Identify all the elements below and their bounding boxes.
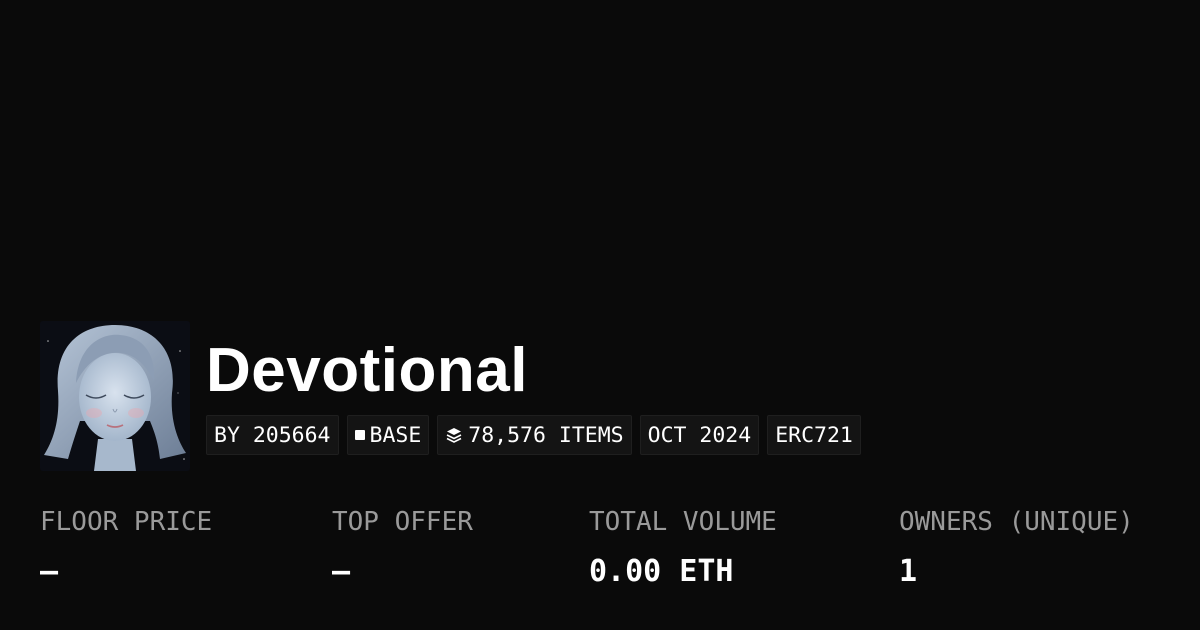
stat-value: —	[40, 554, 59, 589]
layers-icon	[446, 428, 462, 443]
stat-value: 1	[899, 554, 918, 589]
stat-value: 0.00 ETH	[589, 554, 734, 589]
collection-title: Devotional	[206, 336, 528, 405]
chain-label: BASE	[369, 422, 422, 448]
items-label: 78,576 ITEMS	[468, 422, 624, 448]
collection-avatar	[40, 321, 190, 471]
stat-floor-price: FLOOR PRICE —	[40, 505, 212, 589]
stat-value: —	[332, 554, 351, 589]
creator-label: BY 205664	[214, 422, 331, 448]
stat-owners: OWNERS (UNIQUE) 1	[899, 505, 1134, 589]
square-icon	[354, 430, 365, 440]
date-badge: OCT 2024	[639, 415, 760, 455]
stat-label: TOP OFFER	[332, 507, 473, 537]
standard-badge: ERC721	[767, 415, 861, 455]
stat-label: TOTAL VOLUME	[589, 507, 777, 537]
stat-top-offer: TOP OFFER —	[332, 505, 473, 589]
stat-label: OWNERS (UNIQUE)	[899, 507, 1134, 537]
date-label: OCT 2024	[647, 422, 752, 448]
chain-badge[interactable]: BASE	[346, 415, 430, 455]
standard-label: ERC721	[775, 422, 853, 448]
stat-label: FLOOR PRICE	[40, 507, 213, 537]
creator-badge[interactable]: BY 205664	[206, 415, 339, 455]
collection-badges: BY 205664 BASE 78,576 ITEMS OCT 2024 ERC…	[206, 415, 861, 455]
stat-total-volume: TOTAL VOLUME 0.00 ETH	[589, 505, 777, 589]
items-badge: 78,576 ITEMS	[437, 415, 632, 455]
